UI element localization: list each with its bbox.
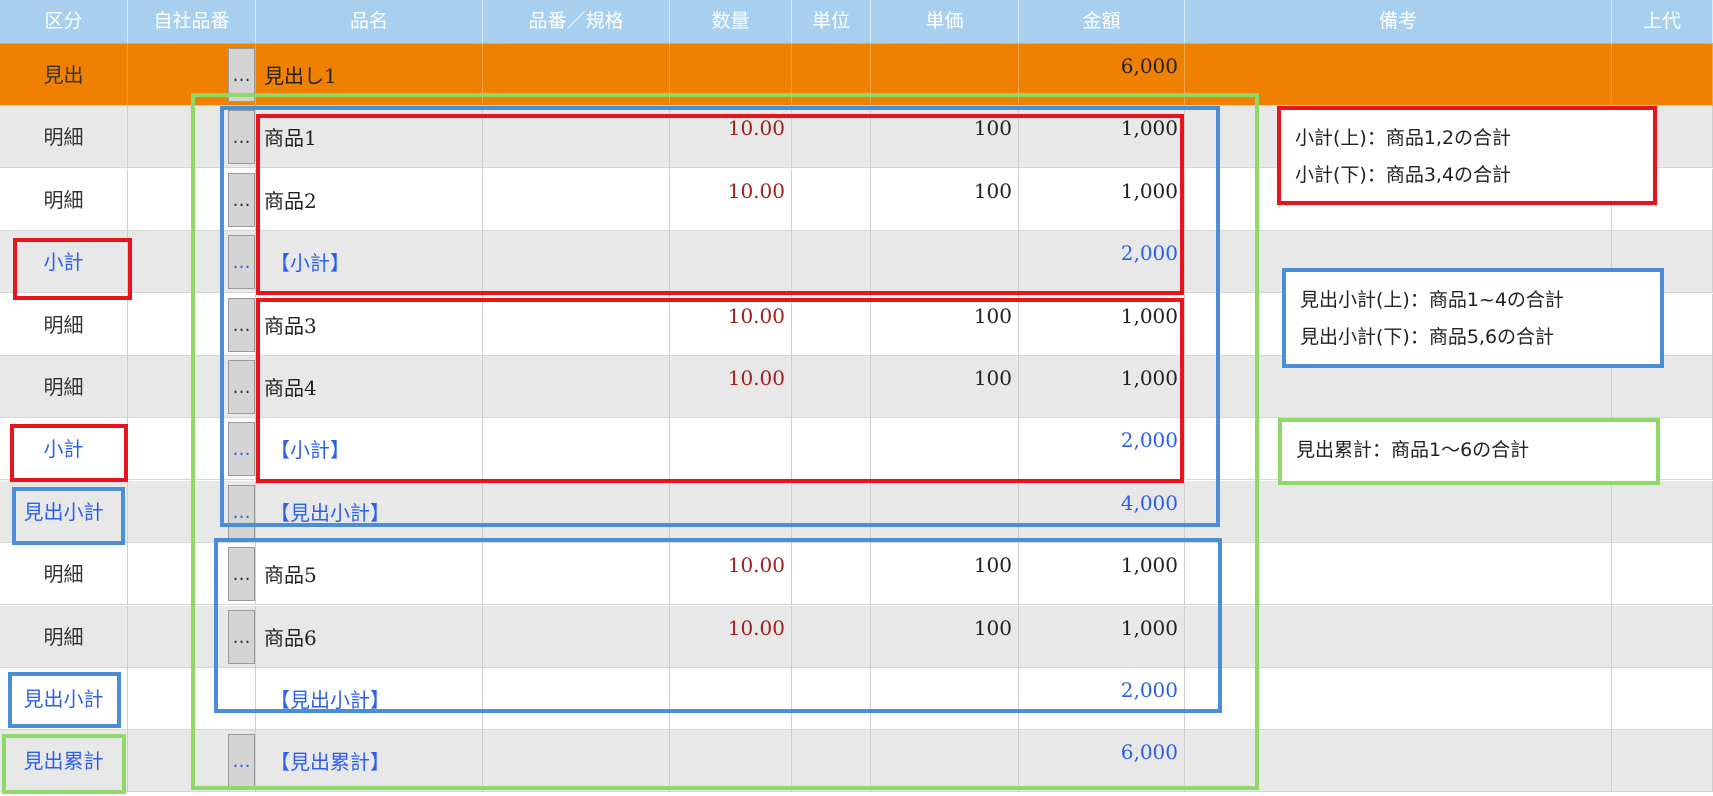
col-header-retail-price[interactable]: 上代: [1612, 0, 1713, 43]
retail-price-cell[interactable]: [1612, 730, 1713, 793]
col-header-own-code[interactable]: 自社品番: [128, 0, 256, 43]
kubun-cell[interactable]: 明細: [0, 106, 128, 169]
col-header-code-spec[interactable]: 品番／規格: [483, 0, 670, 43]
col-header-kubun[interactable]: 区分: [0, 0, 128, 43]
red-range-outline-upper: [256, 114, 1184, 295]
retail-price-cell[interactable]: [1612, 543, 1713, 606]
kubun-highlight-heading-subtotal-2: [8, 672, 121, 728]
red-note-line-1: 小計(上)：商品1,2の合計: [1295, 127, 1512, 149]
col-header-unit[interactable]: 単位: [792, 0, 871, 43]
col-header-unit-price[interactable]: 単価: [871, 0, 1019, 43]
retail-price-cell[interactable]: [1612, 605, 1713, 668]
blue-note-line-1: 見出小計(上)：商品1~4の合計: [1300, 289, 1564, 311]
kubun-cell[interactable]: 見出: [0, 44, 128, 106]
kubun-cell[interactable]: 明細: [0, 168, 128, 231]
green-annotation-note: 見出累計：商品1～6の合計: [1278, 418, 1660, 485]
blue-note-line-2: 見出小計(下)：商品5,6の合計: [1300, 326, 1555, 348]
grid-header: 区分 自社品番 品名 品番／規格 数量 単位 単価 金額 備考 上代: [0, 0, 1713, 44]
col-header-amount[interactable]: 金額: [1019, 0, 1185, 43]
retail-price-cell[interactable]: [1612, 480, 1713, 543]
red-annotation-note: 小計(上)：商品1,2の合計 小計(下)：商品3,4の合計: [1277, 106, 1657, 205]
blue-annotation-note: 見出小計(上)：商品1~4の合計 見出小計(下)：商品5,6の合計: [1282, 268, 1664, 368]
col-header-quantity[interactable]: 数量: [670, 0, 792, 43]
kubun-cell[interactable]: 明細: [0, 293, 128, 356]
retail-price-cell[interactable]: [1612, 44, 1713, 106]
blue-range-outline-lower: [214, 538, 1222, 713]
kubun-highlight-heading-cumulative: [2, 734, 126, 794]
retail-price-cell[interactable]: [1612, 668, 1713, 730]
col-header-item-name[interactable]: 品名: [256, 0, 483, 43]
col-header-remarks[interactable]: 備考: [1185, 0, 1612, 43]
kubun-cell[interactable]: 明細: [0, 356, 128, 418]
kubun-highlight-subtotal-1: [13, 238, 132, 300]
kubun-highlight-heading-subtotal-1: [12, 487, 125, 545]
red-note-line-2: 小計(下)：商品3,4の合計: [1295, 164, 1512, 186]
kubun-highlight-subtotal-2: [10, 424, 128, 482]
green-note-line-1: 見出累計：商品1～6の合計: [1296, 439, 1530, 461]
kubun-cell[interactable]: 明細: [0, 543, 128, 606]
kubun-cell[interactable]: 明細: [0, 605, 128, 668]
red-range-outline-lower: [256, 298, 1184, 483]
